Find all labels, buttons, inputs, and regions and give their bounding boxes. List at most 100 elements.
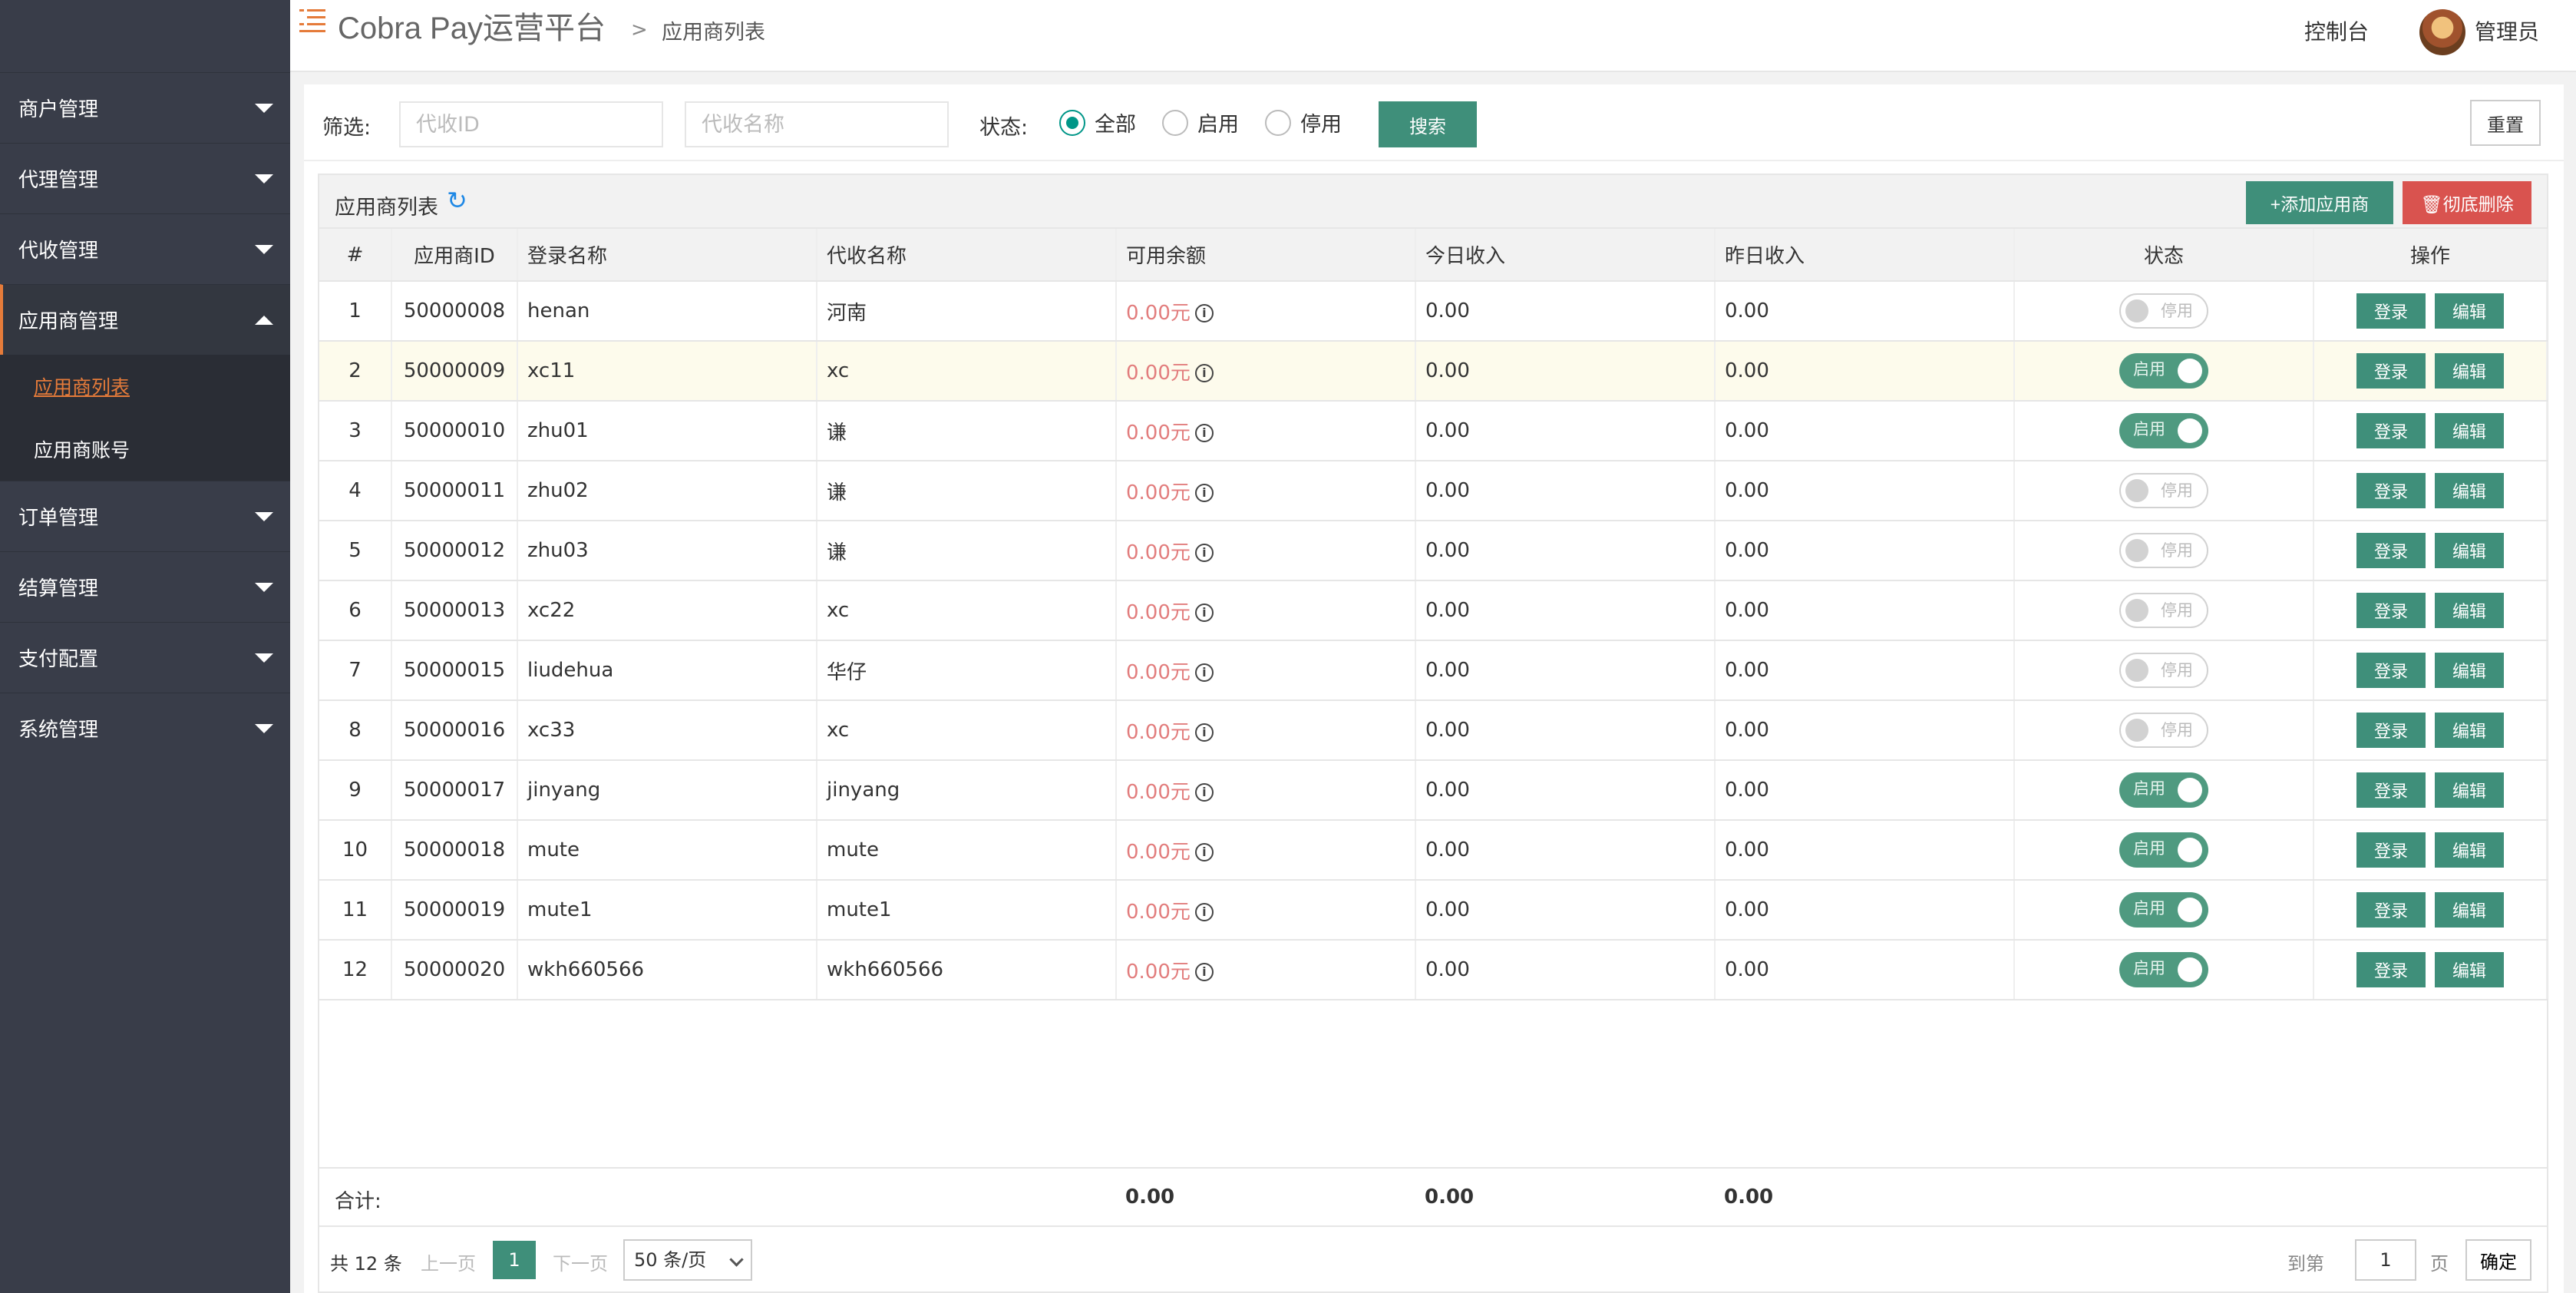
table-row[interactable]: 4 50000011 zhu02 谦 0.00元 i 0.00 0.00 停用 登录 编辑 [319, 461, 2548, 521]
avatar[interactable] [2419, 9, 2465, 55]
info-icon[interactable]: i [1194, 843, 1214, 861]
sidebar-item[interactable]: 系统管理 [0, 693, 290, 763]
edit-button[interactable]: 编辑 [2435, 353, 2504, 389]
sidebar-subitem[interactable]: 应用商列表 [0, 355, 290, 418]
status-radio-disabled[interactable]: 停用 [1265, 107, 1342, 137]
actions-cell: 登录 编辑 [2313, 341, 2548, 402]
delete-button[interactable]: 🗑彻底删除 [2403, 181, 2531, 224]
sidebar-subitem[interactable]: 应用商账号 [0, 418, 290, 481]
sidebar-item[interactable]: 代理管理 [0, 143, 290, 213]
table-row[interactable]: 7 50000015 liudehua 华仔 0.00元 i 0.00 0.00 停用 登录 编辑 [319, 640, 2548, 701]
yesterday-income: 0.00 [1715, 820, 2015, 881]
login-name: mute1 [517, 880, 817, 941]
info-icon[interactable]: i [1194, 484, 1214, 502]
info-icon[interactable]: i [1194, 544, 1214, 562]
login-button[interactable]: 登录 [2356, 952, 2426, 987]
status-toggle[interactable]: 启用 [2119, 952, 2208, 987]
edit-button[interactable]: 编辑 [2435, 473, 2504, 508]
prev-page-button[interactable]: 上一页 [421, 1248, 476, 1275]
table-row[interactable]: 11 50000019 mute1 mute1 0.00元 i 0.00 0.00 启用 登录 编辑 [319, 880, 2548, 941]
info-icon[interactable]: i [1194, 604, 1214, 622]
column-header: 操作 [2313, 229, 2548, 282]
info-icon[interactable]: i [1194, 903, 1214, 921]
edit-button[interactable]: 编辑 [2435, 892, 2504, 928]
status-radio-enabled[interactable]: 启用 [1162, 107, 1239, 137]
status-toggle[interactable]: 停用 [2119, 653, 2208, 688]
status-toggle[interactable]: 停用 [2119, 713, 2208, 748]
collection-name-input[interactable] [685, 101, 949, 147]
status-toggle[interactable]: 停用 [2119, 293, 2208, 329]
info-icon[interactable]: i [1194, 723, 1214, 742]
sidebar-item[interactable]: 商户管理 [0, 72, 290, 143]
edit-button[interactable]: 编辑 [2435, 653, 2504, 688]
edit-button[interactable]: 编辑 [2435, 952, 2504, 987]
sidebar-item[interactable]: 应用商管理 [0, 284, 290, 355]
search-button[interactable]: 搜索 [1379, 101, 1477, 147]
balance-cell: 0.00元 i [1116, 880, 1416, 941]
reset-button[interactable]: 重置 [2470, 100, 2541, 146]
login-button[interactable]: 登录 [2356, 892, 2426, 928]
collection-name: 华仔 [817, 640, 1117, 701]
edit-button[interactable]: 编辑 [2435, 293, 2504, 329]
status-toggle[interactable]: 启用 [2119, 892, 2208, 928]
login-button[interactable]: 登录 [2356, 653, 2426, 688]
goto-page-input[interactable]: 1 [2355, 1239, 2416, 1281]
sidebar-item[interactable]: 结算管理 [0, 551, 290, 622]
info-icon[interactable]: i [1194, 783, 1214, 802]
refresh-icon[interactable]: ↻ [447, 187, 473, 213]
menu-toggle-icon[interactable] [299, 9, 325, 32]
balance-cell: 0.00元 i [1116, 461, 1416, 521]
table-row[interactable]: 8 50000016 xc33 xc 0.00元 i 0.00 0.00 停用 登录 编辑 [319, 700, 2548, 761]
status-toggle[interactable]: 停用 [2119, 533, 2208, 568]
next-page-button[interactable]: 下一页 [553, 1248, 608, 1275]
table-row[interactable]: 10 50000018 mute mute 0.00元 i 0.00 0.00 启用 登录 编辑 [319, 820, 2548, 881]
current-page[interactable]: 1 [493, 1241, 536, 1279]
status-radio-all[interactable]: 全部 [1059, 107, 1136, 137]
edit-button[interactable]: 编辑 [2435, 772, 2504, 808]
edit-button[interactable]: 编辑 [2435, 413, 2504, 448]
goto-confirm-button[interactable]: 确定 [2465, 1239, 2531, 1281]
info-icon[interactable]: i [1194, 963, 1214, 981]
console-link[interactable]: 控制台 [2304, 15, 2369, 46]
table-row[interactable]: 12 50000020 wkh660566 wkh660566 0.00元 i 0.00 0.… [319, 940, 2548, 1000]
status-toggle[interactable]: 停用 [2119, 593, 2208, 628]
table-row[interactable]: 1 50000008 henan 河南 0.00元 i 0.00 0.00 停用 登录 编辑 [319, 281, 2548, 342]
admin-name[interactable]: 管理员 [2475, 15, 2539, 46]
table-row[interactable]: 3 50000010 zhu01 谦 0.00元 i 0.00 0.00 启用 登录 编辑 [319, 401, 2548, 461]
info-icon[interactable]: i [1194, 424, 1214, 442]
add-merchant-button[interactable]: +添加应用商 [2246, 181, 2393, 224]
table-row[interactable]: 9 50000017 jinyang jinyang 0.00元 i 0.00 0.00 启用登… [319, 760, 2548, 821]
table-row[interactable]: 5 50000012 zhu03 谦 0.00元 i 0.00 0.00 停用 登录 编辑 [319, 521, 2548, 581]
login-button[interactable]: 登录 [2356, 593, 2426, 628]
sidebar-item[interactable]: 代收管理 [0, 213, 290, 284]
status-toggle[interactable]: 启用 [2119, 353, 2208, 389]
login-button[interactable]: 登录 [2356, 713, 2426, 748]
login-button[interactable]: 登录 [2356, 413, 2426, 448]
collection-id-input[interactable] [399, 101, 663, 147]
login-button[interactable]: 登录 [2356, 473, 2426, 508]
info-icon[interactable]: i [1194, 304, 1214, 322]
sidebar-item[interactable]: 订单管理 [0, 481, 290, 551]
edit-button[interactable]: 编辑 [2435, 713, 2504, 748]
table-row[interactable]: 2 50000009 xc11 xc 0.00元 i 0.00 0.00 启用 登录 编辑 [319, 341, 2548, 402]
login-button[interactable]: 登录 [2356, 293, 2426, 329]
login-button[interactable]: 登录 [2356, 353, 2426, 389]
status-toggle[interactable]: 启用 [2119, 772, 2208, 808]
edit-button[interactable]: 编辑 [2435, 533, 2504, 568]
radio-checked-icon [1059, 109, 1085, 136]
info-icon[interactable]: i [1194, 364, 1214, 382]
page-size-select[interactable]: 50 条/页 [623, 1239, 752, 1281]
sidebar-item[interactable]: 支付配置 [0, 622, 290, 693]
edit-button[interactable]: 编辑 [2435, 832, 2504, 868]
login-button[interactable]: 登录 [2356, 772, 2426, 808]
status-toggle[interactable]: 启用 [2119, 413, 2208, 448]
edit-button[interactable]: 编辑 [2435, 593, 2504, 628]
row-index: 1 [319, 281, 392, 342]
row-index: 11 [319, 880, 392, 941]
login-button[interactable]: 登录 [2356, 832, 2426, 868]
status-toggle[interactable]: 启用 [2119, 832, 2208, 868]
status-toggle[interactable]: 停用 [2119, 473, 2208, 508]
login-button[interactable]: 登录 [2356, 533, 2426, 568]
info-icon[interactable]: i [1194, 663, 1214, 682]
table-row[interactable]: 6 50000013 xc22 xc 0.00元 i 0.00 0.00 停用 登录 编辑 [319, 580, 2548, 641]
